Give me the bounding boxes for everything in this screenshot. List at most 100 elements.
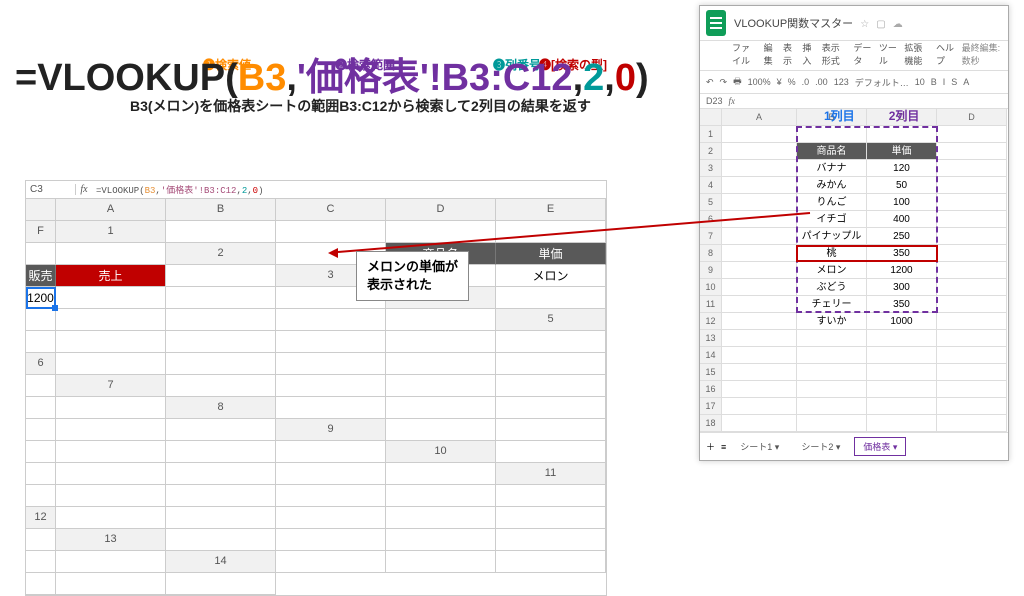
col-header[interactable]: A (722, 109, 797, 126)
tab-pricesheet[interactable]: 価格表 ▾ (854, 437, 906, 456)
cell[interactable] (26, 375, 56, 397)
cell[interactable] (56, 243, 166, 265)
row-header[interactable]: 6 (700, 211, 722, 228)
cell[interactable] (166, 375, 276, 397)
cell[interactable] (386, 309, 496, 331)
cell[interactable] (722, 177, 797, 194)
tab-sheet2[interactable]: シート2 ▾ (793, 438, 848, 455)
cell[interactable] (797, 364, 867, 381)
cell[interactable] (496, 397, 606, 419)
row-header[interactable]: 11 (496, 463, 606, 485)
cell[interactable] (276, 287, 386, 309)
cell[interactable] (166, 265, 276, 287)
cell[interactable] (937, 313, 1007, 330)
row-header[interactable]: 13 (700, 330, 722, 347)
cell[interactable] (722, 279, 797, 296)
cell[interactable] (56, 573, 166, 595)
cell[interactable] (496, 485, 606, 507)
cell[interactable] (166, 573, 276, 595)
toolbar-button[interactable]: .0 (802, 77, 810, 87)
cell[interactable]: 1200 (867, 262, 937, 279)
cell[interactable] (276, 441, 386, 463)
toolbar-button[interactable]: .00 (815, 77, 828, 87)
cell[interactable] (26, 331, 56, 353)
cell[interactable] (26, 551, 56, 573)
cell[interactable] (166, 419, 276, 441)
row-header[interactable]: 2 (166, 243, 276, 265)
cell[interactable] (937, 330, 1007, 347)
cell[interactable] (56, 485, 166, 507)
cell[interactable] (386, 397, 496, 419)
row-header[interactable]: 12 (700, 313, 722, 330)
cell[interactable]: 商品名 (386, 243, 496, 265)
cell[interactable] (276, 463, 386, 485)
tab-sheet1[interactable]: シート1 ▾ (732, 438, 787, 455)
cell[interactable] (937, 364, 1007, 381)
cell[interactable] (26, 529, 56, 551)
cell[interactable] (797, 415, 867, 432)
cell[interactable] (867, 381, 937, 398)
col-header[interactable]: D (937, 109, 1007, 126)
cell[interactable] (937, 228, 1007, 245)
cell[interactable] (166, 507, 276, 529)
cell[interactable] (56, 397, 166, 419)
menu-bar[interactable]: ファイル編集表示挿入表示形式データツール拡張機能ヘルプ最終編集: 数秒 (700, 41, 1008, 71)
row-header[interactable]: 12 (26, 507, 56, 529)
cell-grid[interactable]: ABCDEF12商品名単価販売個数売上3メロン12004567891011121… (26, 199, 606, 595)
cell[interactable] (166, 485, 276, 507)
cell[interactable]: 250 (867, 228, 937, 245)
cell[interactable] (937, 262, 1007, 279)
cell[interactable] (386, 507, 496, 529)
cell[interactable] (722, 126, 797, 143)
row-header[interactable]: 7 (56, 375, 166, 397)
cell[interactable] (722, 347, 797, 364)
cell[interactable] (937, 347, 1007, 364)
row-header[interactable]: 10 (386, 441, 496, 463)
cell[interactable]: 1200 (26, 287, 56, 309)
cell[interactable] (276, 529, 386, 551)
cell[interactable]: ぶどう (797, 279, 867, 296)
cell[interactable] (386, 463, 496, 485)
cell[interactable] (937, 194, 1007, 211)
cell[interactable]: チェリー (797, 296, 867, 313)
menu-item[interactable]: ヘルプ (936, 41, 955, 67)
col-header[interactable]: A (56, 199, 166, 221)
cell[interactable] (386, 353, 496, 375)
toolbar-button[interactable]: デフォルト… (855, 76, 909, 89)
row-header[interactable]: 11 (700, 296, 722, 313)
toolbar-button[interactable]: A (963, 77, 969, 87)
cell[interactable]: パイナップル (797, 228, 867, 245)
cell[interactable] (496, 529, 606, 551)
cell[interactable]: すいか (797, 313, 867, 330)
cell[interactable] (722, 364, 797, 381)
cell[interactable] (276, 375, 386, 397)
cell[interactable] (56, 441, 166, 463)
cell[interactable] (797, 330, 867, 347)
cell[interactable] (797, 126, 867, 143)
row-header[interactable]: 18 (700, 415, 722, 432)
toolbar-button[interactable]: ¥ (777, 77, 782, 87)
row-header[interactable]: 9 (700, 262, 722, 279)
cell[interactable] (166, 529, 276, 551)
cell[interactable]: 1000 (867, 313, 937, 330)
col-header[interactable]: C (276, 199, 386, 221)
cell[interactable]: りんご (797, 194, 867, 211)
toolbar[interactable]: ↶↷🖶100%¥%.0.00123デフォルト…10BISA (700, 71, 1008, 94)
cell[interactable] (722, 313, 797, 330)
row-header[interactable]: 7 (700, 228, 722, 245)
row-header[interactable]: 13 (56, 529, 166, 551)
row-header[interactable]: 8 (700, 245, 722, 262)
cell[interactable] (722, 228, 797, 245)
cell[interactable]: 桃 (797, 245, 867, 262)
cell[interactable] (937, 245, 1007, 262)
cloud-icon[interactable]: ☁ (893, 19, 903, 30)
cell[interactable]: 単価 (867, 143, 937, 160)
toolbar-button[interactable]: 10 (915, 77, 925, 87)
toolbar-button[interactable]: I (943, 77, 946, 87)
name-box[interactable]: C3 (26, 184, 76, 195)
cell[interactable]: 商品名 (797, 143, 867, 160)
cell[interactable] (386, 551, 496, 573)
toolbar-button[interactable]: 123 (834, 77, 849, 87)
row-header[interactable]: 14 (166, 551, 276, 573)
cell[interactable] (276, 551, 386, 573)
